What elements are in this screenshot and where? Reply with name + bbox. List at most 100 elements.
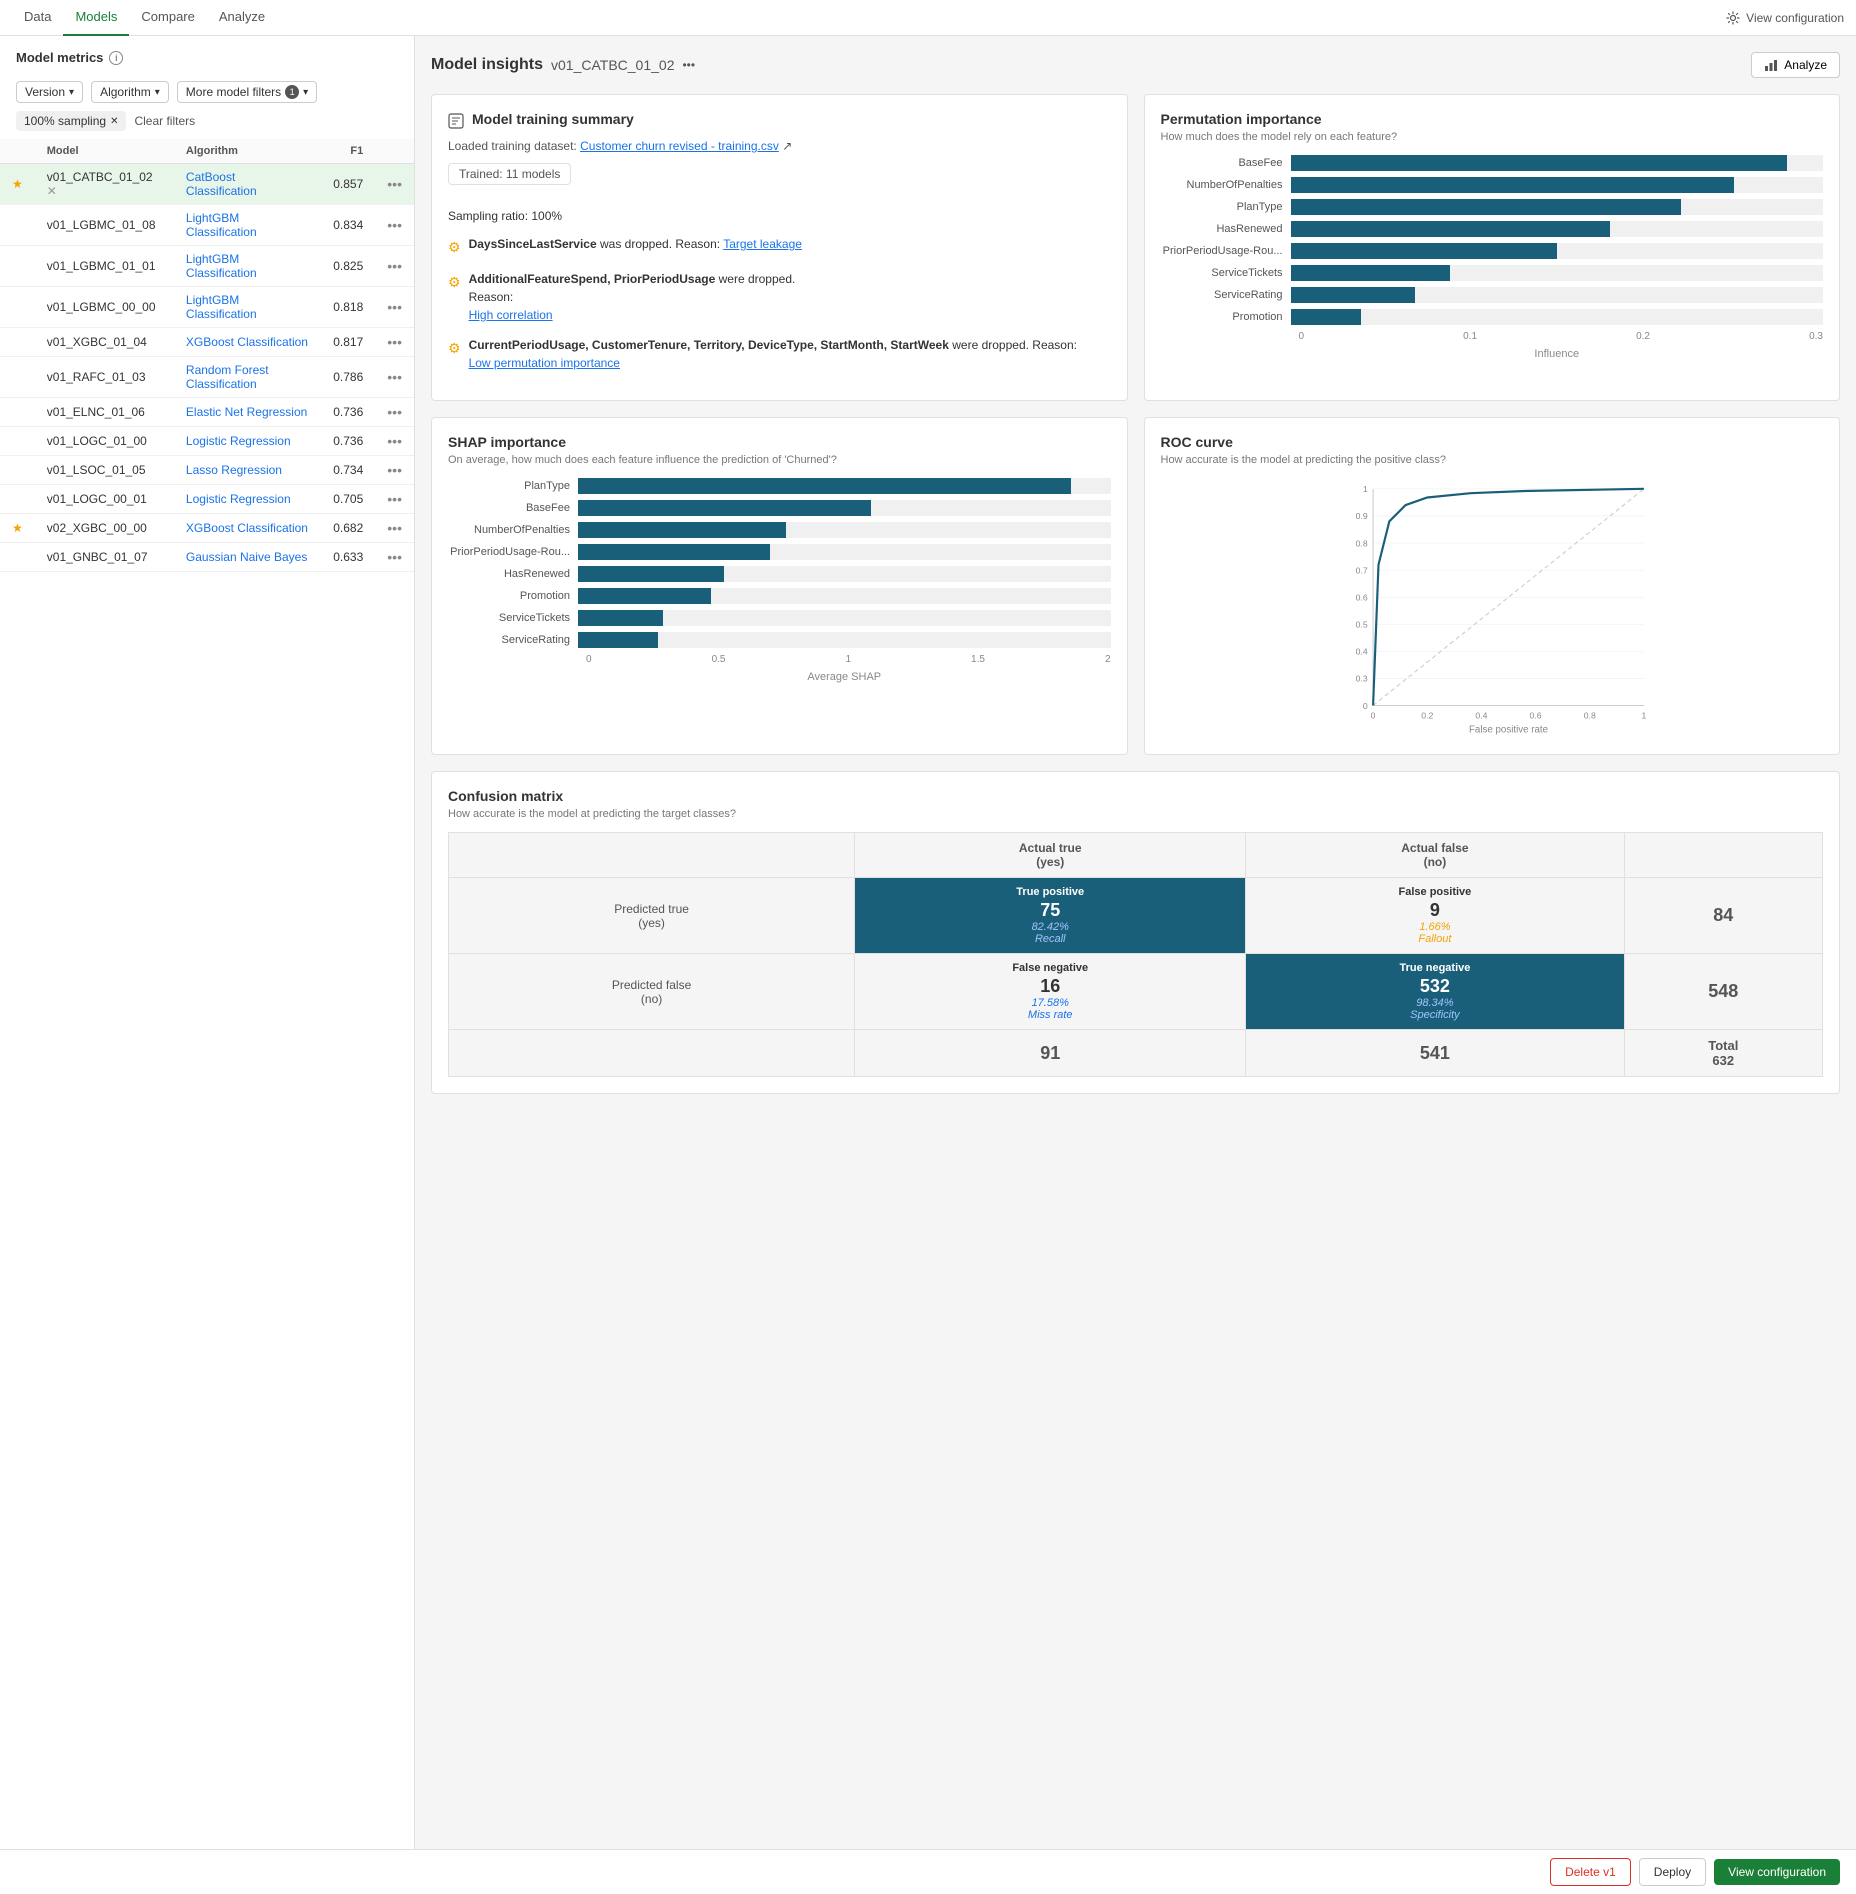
perm-bar-track [1291,177,1824,193]
more-filters[interactable]: More model filters 1 ▾ [177,81,317,103]
model-table-row[interactable]: v01_GNBC_01_07Gaussian Naive Bayes0.633•… [0,543,414,572]
more-options-button[interactable]: ••• [682,58,695,72]
model-table-row[interactable]: v01_LOGC_00_01Logistic Regression0.705••… [0,485,414,514]
row-more-button[interactable]: ••• [387,404,402,420]
model-table-row[interactable]: v01_LOGC_01_00Logistic Regression0.736••… [0,427,414,456]
row-more-button[interactable]: ••• [387,369,402,385]
model-table-row[interactable]: v01_RAFC_01_03 Random Forest Classificati… [0,357,414,398]
delete-v1-button[interactable]: Delete v1 [1550,1858,1631,1886]
row-actions-cell[interactable]: ••• [375,543,414,572]
permutation-importance-card: Permutation importance How much does the… [1144,94,1841,401]
algorithm-link[interactable]: LightGBM Classification [186,293,257,321]
info-icon[interactable]: i [109,51,123,65]
row-more-button[interactable]: ••• [387,258,402,274]
svg-text:0.2: 0.2 [1421,711,1433,721]
algorithm-link[interactable]: Gaussian Naive Bayes [186,550,307,564]
perm-bar-track [1291,155,1824,171]
analyze-button[interactable]: Analyze [1751,52,1840,78]
row-actions-cell[interactable]: ••• [375,328,414,357]
perm-bar-label: BaseFee [1161,157,1291,169]
row-actions-cell[interactable]: ••• [375,246,414,287]
model-name-cell: v01_RAFC_01_03 [35,357,174,398]
cm-total-header [1624,833,1822,878]
model-table-row[interactable]: v01_LSOC_01_05Lasso Regression0.734••• [0,456,414,485]
algorithm-filter[interactable]: Algorithm ▾ [91,81,169,103]
row-more-button[interactable]: ••• [387,217,402,233]
row-actions-cell[interactable]: ••• [375,427,414,456]
model-table-row[interactable]: v01_LGBMC_01_01LightGBM Classification0.… [0,246,414,287]
shap-bar-label: Promotion [448,590,578,602]
row-actions-cell[interactable]: ••• [375,485,414,514]
top-icon-cell [0,328,35,357]
algorithm-link[interactable]: XGBoost Classification [186,335,308,349]
delete-model-icon[interactable]: ✕ [47,184,57,198]
row-more-button[interactable]: ••• [387,433,402,449]
f1-cell: 0.825 [321,246,375,287]
row-more-button[interactable]: ••• [387,549,402,565]
row-more-button[interactable]: ••• [387,520,402,536]
row-actions-cell[interactable]: ••• [375,456,414,485]
shap-bar-fill [578,478,1071,494]
cm-grand-total: Total632 [1624,1030,1822,1077]
cm-recall: 82.42%Recall [863,921,1237,945]
row-actions-cell[interactable]: ••• [375,514,414,543]
model-table-row[interactable]: v01_XGBC_01_04XGBoost Classification0.81… [0,328,414,357]
row-actions-cell[interactable]: ••• [375,205,414,246]
algorithm-link[interactable]: XGBoost Classification [186,521,308,535]
row-actions-cell[interactable]: ••• [375,164,414,205]
view-config-action-button[interactable]: View configuration [1714,1859,1840,1885]
view-config-button[interactable]: View configuration [1726,11,1844,25]
sampling-label: 100% sampling [24,114,106,128]
row-more-button[interactable]: ••• [387,176,402,192]
model-table: Model Algorithm F1 ★v01_CATBC_01_02 ✕Cat… [0,139,414,572]
row-more-button[interactable]: ••• [387,299,402,315]
nav-data[interactable]: Data [12,0,63,36]
model-name: v01_XGBC_01_04 [47,335,147,349]
row-actions-cell[interactable]: ••• [375,398,414,427]
clear-filters-button[interactable]: Clear filters [134,114,195,128]
model-table-row[interactable]: ★v02_XGBC_00_00XGBoost Classification0.6… [0,514,414,543]
roc-svg: 1 0.9 0.8 0.7 0.6 0.5 0.4 0.3 0 0 0.2 0.… [1161,478,1824,738]
model-table-row[interactable]: ★v01_CATBC_01_02 ✕CatBoost Classificatio… [0,164,414,205]
row-more-button[interactable]: ••• [387,491,402,507]
reason-link-3[interactable]: Low permutation importance [469,356,620,370]
shap-bar-fill [578,500,871,516]
f1-cell: 0.818 [321,287,375,328]
deploy-button[interactable]: Deploy [1639,1858,1706,1886]
close-icon[interactable]: ✕ [110,116,118,127]
algorithm-link[interactable]: Logistic Regression [186,492,291,506]
row-actions-cell[interactable]: ••• [375,357,414,398]
more-filters-label: More model filters [186,85,281,99]
cm-row-total-false: 548 [1624,954,1822,1030]
algorithm-link[interactable]: CatBoost Classification [186,170,257,198]
algorithm-link[interactable]: Elastic Net Regression [186,405,307,419]
cm-actual-false-header: Actual false(no) [1246,833,1624,878]
svg-text:0.8: 0.8 [1583,711,1595,721]
nav-analyze[interactable]: Analyze [207,0,277,36]
shap-axis-tick: 1 [845,654,851,665]
algorithm-link[interactable]: LightGBM Classification [186,211,257,239]
model-table-row[interactable]: v01_LGBMC_00_00LightGBM Classification0.… [0,287,414,328]
dataset-link[interactable]: Customer churn revised - training.csv [580,139,779,153]
external-link-icon: ↗ [782,139,792,153]
training-summary-card: Model training summary Loaded training d… [431,94,1128,401]
f1-cell: 0.857 [321,164,375,205]
reason-link-1[interactable]: Target leakage [723,237,802,251]
algorithm-link[interactable]: Lasso Regression [186,463,282,477]
version-filter[interactable]: Version ▾ [16,81,83,103]
row-more-button[interactable]: ••• [387,462,402,478]
algorithm-link[interactable]: Random Forest Classification [186,363,269,391]
algorithm-cell: Gaussian Naive Bayes [174,543,321,572]
shap-bar-track [578,632,1111,648]
nav-models[interactable]: Models [63,0,129,36]
top-icon-cell [0,287,35,328]
row-more-button[interactable]: ••• [387,334,402,350]
model-table-row[interactable]: v01_LGBMC_01_08LightGBM Classification0.… [0,205,414,246]
algorithm-link[interactable]: Logistic Regression [186,434,291,448]
algorithm-cell: Logistic Regression [174,485,321,514]
algorithm-link[interactable]: LightGBM Classification [186,252,257,280]
model-table-row[interactable]: v01_ELNC_01_06Elastic Net Regression0.73… [0,398,414,427]
reason-link-2[interactable]: High correlation [469,308,553,322]
row-actions-cell[interactable]: ••• [375,287,414,328]
nav-compare[interactable]: Compare [129,0,206,36]
